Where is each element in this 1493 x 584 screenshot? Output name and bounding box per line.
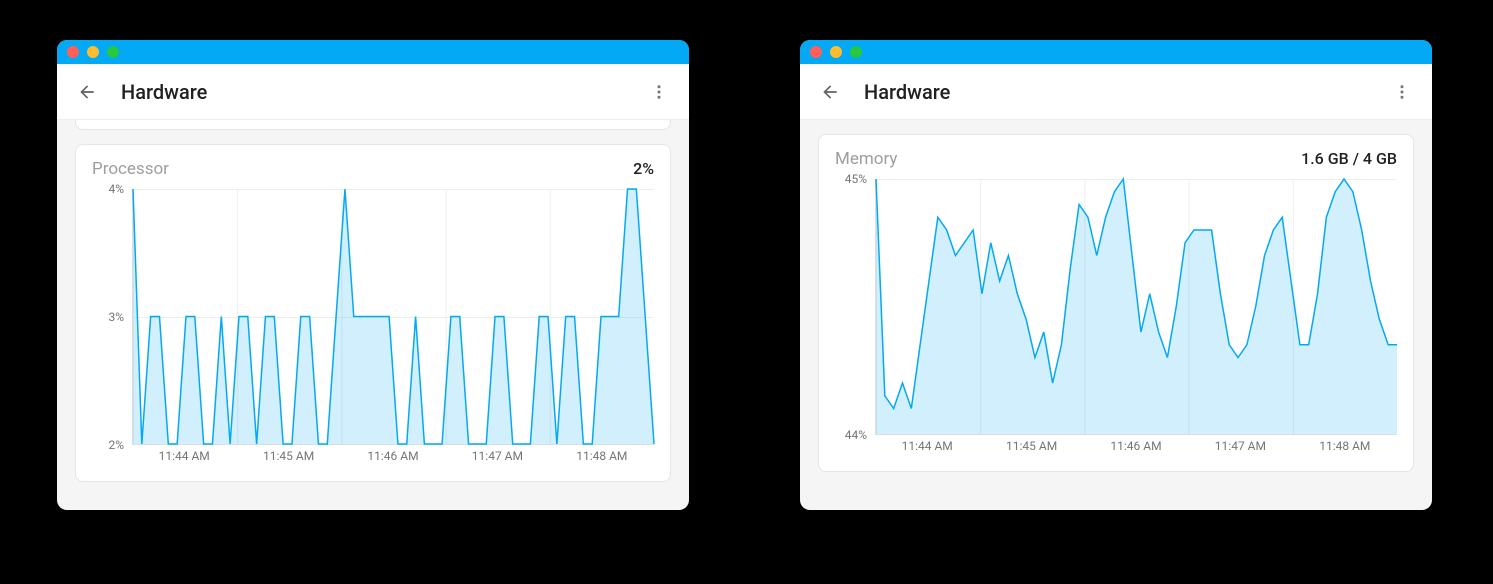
x-tick: 11:48 AM <box>1319 439 1370 453</box>
processor-chart: 4% 3% 2% 11:44 AM 11:45 AM 11:46 AM 11:4… <box>92 189 654 469</box>
window-memory: Hardware Memory 1.6 GB / 4 GB 45% 44% <box>800 40 1432 510</box>
plot-area <box>132 189 654 445</box>
titlebar[interactable] <box>57 40 689 64</box>
x-tick: 11:47 AM <box>472 449 523 463</box>
card-value: 2% <box>633 159 654 178</box>
memory-card: Memory 1.6 GB / 4 GB 45% 44% 11:44 AM 11… <box>818 134 1414 472</box>
x-tick: 11:44 AM <box>902 439 953 453</box>
card-header: Memory 1.6 GB / 4 GB <box>835 149 1397 169</box>
card-title: Processor <box>92 159 169 179</box>
maximize-icon[interactable] <box>850 46 862 58</box>
card-value: 1.6 GB / 4 GB <box>1301 149 1397 168</box>
y-tick: 45% <box>845 172 867 186</box>
y-axis: 4% 3% 2% <box>92 189 128 445</box>
memory-chart: 45% 44% 11:44 AM 11:45 AM 11:46 AM 11:47… <box>835 179 1397 459</box>
content-area: Memory 1.6 GB / 4 GB 45% 44% 11:44 AM 11… <box>800 120 1432 490</box>
more-vertical-icon <box>1393 83 1411 101</box>
card-title: Memory <box>835 149 897 169</box>
line-chart-svg <box>876 179 1397 434</box>
toolbar: Hardware <box>57 64 689 120</box>
minimize-icon[interactable] <box>830 46 842 58</box>
page-title: Hardware <box>121 80 641 104</box>
y-tick: 44% <box>845 428 867 442</box>
toolbar: Hardware <box>800 64 1432 120</box>
y-tick: 4% <box>108 182 124 196</box>
y-tick: 3% <box>108 310 124 324</box>
x-tick: 11:48 AM <box>576 449 627 463</box>
window-processor: Hardware Processor 2% 4% 3% 2% <box>57 40 689 510</box>
arrow-left-icon <box>820 82 840 102</box>
more-button[interactable] <box>1384 74 1420 110</box>
close-icon[interactable] <box>810 46 822 58</box>
line-chart-svg <box>133 189 654 444</box>
maximize-icon[interactable] <box>107 46 119 58</box>
plot-area <box>875 179 1397 435</box>
card-header: Processor 2% <box>92 159 654 179</box>
x-tick: 11:47 AM <box>1215 439 1266 453</box>
back-button[interactable] <box>69 74 105 110</box>
page-title: Hardware <box>864 80 1384 104</box>
minimize-icon[interactable] <box>87 46 99 58</box>
back-button[interactable] <box>812 74 848 110</box>
y-axis: 45% 44% <box>835 179 871 435</box>
y-tick: 2% <box>108 438 124 452</box>
titlebar[interactable] <box>800 40 1432 64</box>
x-tick: 11:45 AM <box>1006 439 1057 453</box>
more-vertical-icon <box>650 83 668 101</box>
x-tick: 11:46 AM <box>1110 439 1161 453</box>
close-icon[interactable] <box>67 46 79 58</box>
card-peek <box>75 120 671 130</box>
x-tick: 11:45 AM <box>263 449 314 463</box>
x-axis: 11:44 AM 11:45 AM 11:46 AM 11:47 AM 11:4… <box>132 449 654 469</box>
more-button[interactable] <box>641 74 677 110</box>
processor-card: Processor 2% 4% 3% 2% 11:44 AM 11:45 AM <box>75 144 671 482</box>
content-area: Processor 2% 4% 3% 2% 11:44 AM 11:45 AM <box>57 120 689 500</box>
arrow-left-icon <box>77 82 97 102</box>
x-tick: 11:46 AM <box>367 449 418 463</box>
x-axis: 11:44 AM 11:45 AM 11:46 AM 11:47 AM 11:4… <box>875 439 1397 459</box>
x-tick: 11:44 AM <box>159 449 210 463</box>
